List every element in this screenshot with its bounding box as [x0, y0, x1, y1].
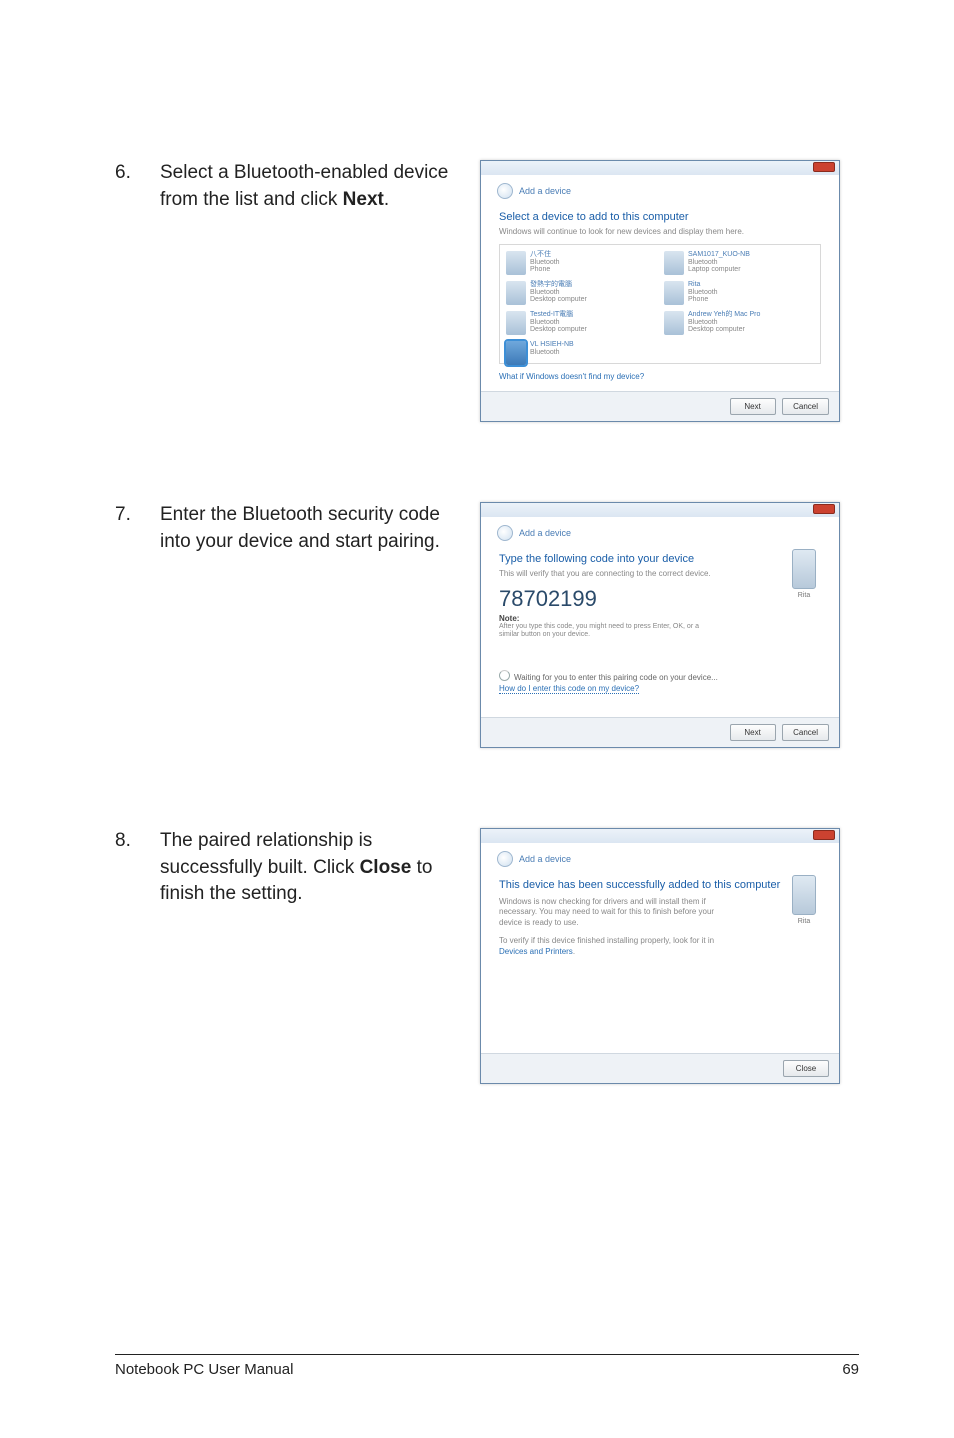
device-class: Desktop computer: [530, 296, 587, 303]
add-device-dialog-success: Add a device Rita This device has been s…: [480, 828, 840, 1084]
note-label: Note:: [499, 614, 821, 623]
step-6-bold: Next: [343, 189, 384, 210]
device-type: Bluetooth: [530, 349, 560, 356]
back-icon[interactable]: [497, 525, 513, 541]
step-8-bold: Close: [360, 857, 412, 878]
cancel-button[interactable]: Cancel: [782, 398, 829, 415]
dialog-subtitle: This will verify that you are connecting…: [499, 569, 821, 578]
dialog-subtitle: Windows will continue to look for new de…: [499, 227, 821, 236]
device-item[interactable]: VL HSIEH-NBBluetooth: [504, 339, 658, 367]
device-name: SAM1017_KUO-NB: [688, 251, 750, 259]
desktop-icon: [664, 311, 684, 335]
back-icon[interactable]: [497, 183, 513, 199]
device-name: Tested-IT電腦: [530, 311, 587, 319]
desktop-icon: [506, 281, 526, 305]
device-type: Bluetooth: [688, 319, 718, 326]
success-para-1: Windows is now checking for drivers and …: [499, 897, 719, 928]
dialog-titlebar: [481, 829, 839, 843]
device-class: Phone: [530, 266, 550, 273]
dialog-title: This device has been successfully added …: [499, 879, 821, 891]
step-number: 6.: [115, 160, 160, 187]
device-class: Laptop computer: [688, 266, 741, 273]
note-text: After you type this code, you might need…: [499, 623, 709, 640]
device-type: Bluetooth: [688, 259, 718, 266]
device-caption: Rita: [798, 592, 810, 599]
laptop-icon: [506, 341, 526, 365]
devices-printers-link[interactable]: Devices and Printers: [499, 947, 573, 956]
phone-icon: [506, 251, 526, 275]
device-item[interactable]: 八不住BluetoothPhone: [504, 249, 658, 277]
step-7-text: Enter the Bluetooth security code into y…: [160, 502, 480, 555]
device-name: 八不住: [530, 251, 560, 259]
step-6-text: Select a Bluetooth-enabled device from t…: [160, 160, 480, 213]
step-8-text: The paired relationship is successfully …: [160, 828, 480, 908]
laptop-icon: [664, 251, 684, 275]
success-para-2: To verify if this device finished instal…: [499, 936, 719, 957]
next-button[interactable]: Next: [730, 398, 776, 415]
step-6-before: Select a Bluetooth-enabled device from t…: [160, 162, 448, 210]
device-type: Bluetooth: [688, 289, 718, 296]
step-8-before: The paired relationship is successfully …: [160, 830, 372, 878]
desktop-icon: [506, 311, 526, 335]
device-type: Bluetooth: [530, 319, 560, 326]
waiting-status: Waiting for you to enter this pairing co…: [499, 670, 821, 682]
step-number: 8.: [115, 828, 160, 855]
cancel-button[interactable]: Cancel: [782, 724, 829, 741]
dialog-title: Select a device to add to this computer: [499, 211, 821, 223]
footer-title: Notebook PC User Manual: [115, 1361, 293, 1378]
help-link[interactable]: How do I enter this code on my device?: [499, 684, 639, 694]
device-list: 八不住BluetoothPhone SAM1017_KUO-NBBluetoot…: [499, 244, 821, 364]
device-name: 發熱宇的電腦: [530, 281, 587, 289]
device-item[interactable]: RitaBluetoothPhone: [662, 279, 816, 307]
device-item[interactable]: Andrew Yeh的 Mac ProBluetoothDesktop comp…: [662, 309, 816, 337]
step-number: 7.: [115, 502, 160, 529]
close-icon[interactable]: [813, 830, 835, 840]
step-6-after: .: [384, 189, 389, 210]
page-number: 69: [842, 1361, 859, 1378]
device-class: Phone: [688, 296, 708, 303]
help-link[interactable]: What if Windows doesn't find my device?: [499, 372, 644, 381]
breadcrumb: Add a device: [519, 854, 571, 864]
add-device-dialog-code: Add a device Rita Type the following cod…: [480, 502, 840, 748]
back-icon[interactable]: [497, 851, 513, 867]
close-icon[interactable]: [813, 504, 835, 514]
close-button[interactable]: Close: [783, 1060, 829, 1077]
next-button[interactable]: Next: [730, 724, 776, 741]
device-type: Bluetooth: [530, 289, 560, 296]
device-class: Desktop computer: [530, 326, 587, 333]
add-device-dialog-select: Add a device Select a device to add to t…: [480, 160, 840, 422]
device-class: Desktop computer: [688, 326, 745, 333]
phone-icon: [792, 875, 816, 915]
pairing-code: 78702199: [499, 586, 821, 612]
device-name: VL HSIEH-NB: [530, 341, 574, 349]
device-type: Bluetooth: [530, 259, 560, 266]
step-7-before: Enter the Bluetooth security code into y…: [160, 504, 440, 552]
device-caption: Rita: [798, 918, 810, 925]
device-name: Rita: [688, 281, 718, 289]
dialog-title: Type the following code into your device: [499, 553, 821, 565]
breadcrumb: Add a device: [519, 186, 571, 196]
dialog-titlebar: [481, 503, 839, 517]
dialog-titlebar: [481, 161, 839, 175]
breadcrumb: Add a device: [519, 528, 571, 538]
device-item[interactable]: 發熱宇的電腦BluetoothDesktop computer: [504, 279, 658, 307]
phone-icon: [792, 549, 816, 589]
phone-icon: [664, 281, 684, 305]
close-icon[interactable]: [813, 162, 835, 172]
device-name: Andrew Yeh的 Mac Pro: [688, 311, 760, 319]
device-item[interactable]: Tested-IT電腦BluetoothDesktop computer: [504, 309, 658, 337]
success-para-2-text: To verify if this device finished instal…: [499, 936, 714, 945]
device-item[interactable]: SAM1017_KUO-NBBluetoothLaptop computer: [662, 249, 816, 277]
